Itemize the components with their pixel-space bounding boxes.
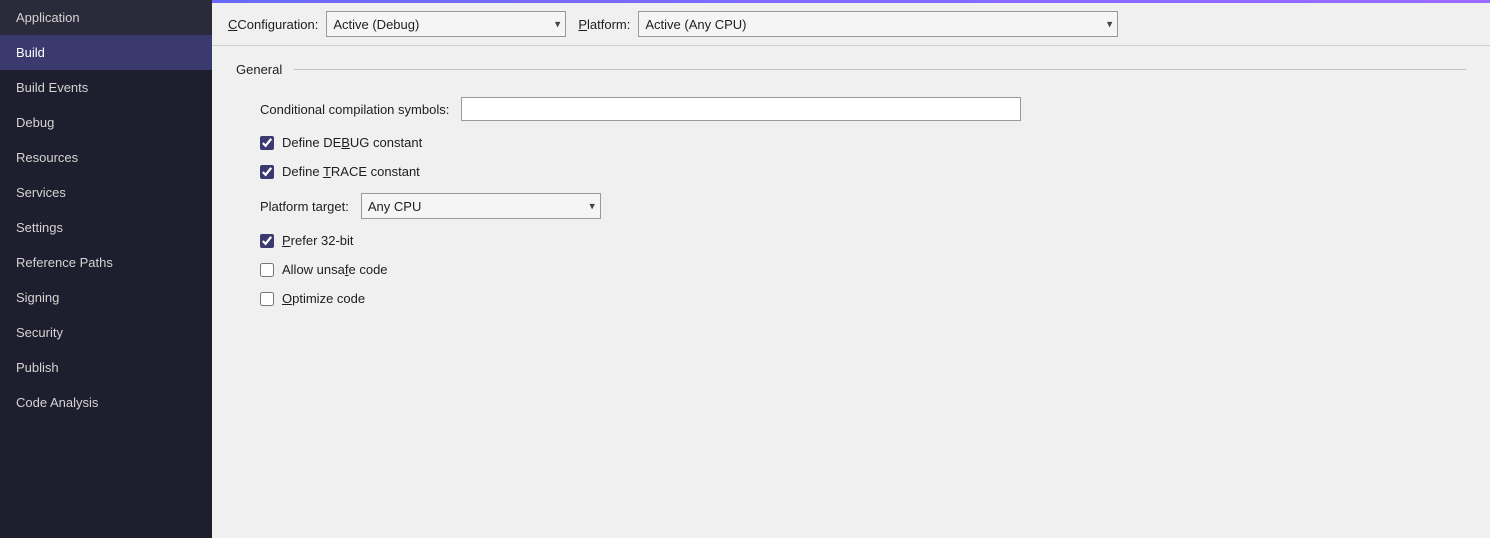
platform-item: Platform: Active (Any CPU)Any CPUx86x64 [578, 11, 1118, 37]
content-area: General Conditional compilation symbols:… [212, 46, 1490, 538]
platform-target-dropdown-wrapper: Any CPUx86x64ARM [361, 193, 601, 219]
platform-label: Platform: [578, 17, 630, 32]
platform-dropdown-wrapper: Active (Any CPU)Any CPUx86x64 [638, 11, 1118, 37]
sidebar-item-reference-paths[interactable]: Reference Paths [0, 245, 212, 280]
sidebar-item-application[interactable]: Application [0, 0, 212, 35]
conditional-symbols-label: Conditional compilation symbols: [260, 102, 449, 117]
define-trace-checkbox[interactable] [260, 165, 274, 179]
platform-target-dropdown[interactable]: Any CPUx86x64ARM [361, 193, 601, 219]
section-divider [294, 69, 1466, 70]
define-trace-row: Define TRACE constant [260, 164, 1466, 179]
sidebar: ApplicationBuildBuild EventsDebugResourc… [0, 0, 212, 538]
conditional-symbols-input[interactable] [461, 97, 1021, 121]
optimize-code-row: Optimize code [260, 291, 1466, 306]
platform-dropdown[interactable]: Active (Any CPU)Any CPUx86x64 [638, 11, 1118, 37]
define-debug-label: Define DEBUG constant [282, 135, 422, 150]
prefer-32bit-row: Prefer 32-bit [260, 233, 1466, 248]
sidebar-item-debug[interactable]: Debug [0, 105, 212, 140]
main-panel: CConfiguration: Active (Debug)DebugRelea… [212, 0, 1490, 538]
sidebar-item-build[interactable]: Build [0, 35, 212, 70]
sidebar-item-settings[interactable]: Settings [0, 210, 212, 245]
allow-unsafe-checkbox[interactable] [260, 263, 274, 277]
configuration-label: CConfiguration: [228, 17, 318, 32]
section-header: General [236, 62, 1466, 77]
top-bar: CConfiguration: Active (Debug)DebugRelea… [212, 3, 1490, 46]
configuration-dropdown[interactable]: Active (Debug)DebugRelease [326, 11, 566, 37]
define-debug-row: Define DEBUG constant [260, 135, 1466, 150]
form-area: Conditional compilation symbols: Define … [236, 97, 1466, 306]
optimize-code-label: Optimize code [282, 291, 365, 306]
conditional-symbols-row: Conditional compilation symbols: [260, 97, 1466, 121]
platform-label-text: latform: [587, 17, 630, 32]
sidebar-item-build-events[interactable]: Build Events [0, 70, 212, 105]
allow-unsafe-label: Allow unsafe code [282, 262, 388, 277]
sidebar-item-resources[interactable]: Resources [0, 140, 212, 175]
platform-target-label: Platform target: [260, 199, 349, 214]
define-debug-checkbox[interactable] [260, 136, 274, 150]
platform-target-row: Platform target: Any CPUx86x64ARM [260, 193, 1466, 219]
sidebar-item-services[interactable]: Services [0, 175, 212, 210]
sidebar-item-code-analysis[interactable]: Code Analysis [0, 385, 212, 420]
sidebar-item-security[interactable]: Security [0, 315, 212, 350]
optimize-code-checkbox[interactable] [260, 292, 274, 306]
configuration-item: CConfiguration: Active (Debug)DebugRelea… [228, 11, 566, 37]
prefer-32bit-checkbox[interactable] [260, 234, 274, 248]
allow-unsafe-row: Allow unsafe code [260, 262, 1466, 277]
configuration-dropdown-wrapper: Active (Debug)DebugRelease [326, 11, 566, 37]
section-title: General [236, 62, 282, 77]
define-trace-label: Define TRACE constant [282, 164, 420, 179]
prefer-32bit-label: Prefer 32-bit [282, 233, 354, 248]
sidebar-item-publish[interactable]: Publish [0, 350, 212, 385]
sidebar-item-signing[interactable]: Signing [0, 280, 212, 315]
configuration-label-text: Configuration: [237, 17, 318, 32]
